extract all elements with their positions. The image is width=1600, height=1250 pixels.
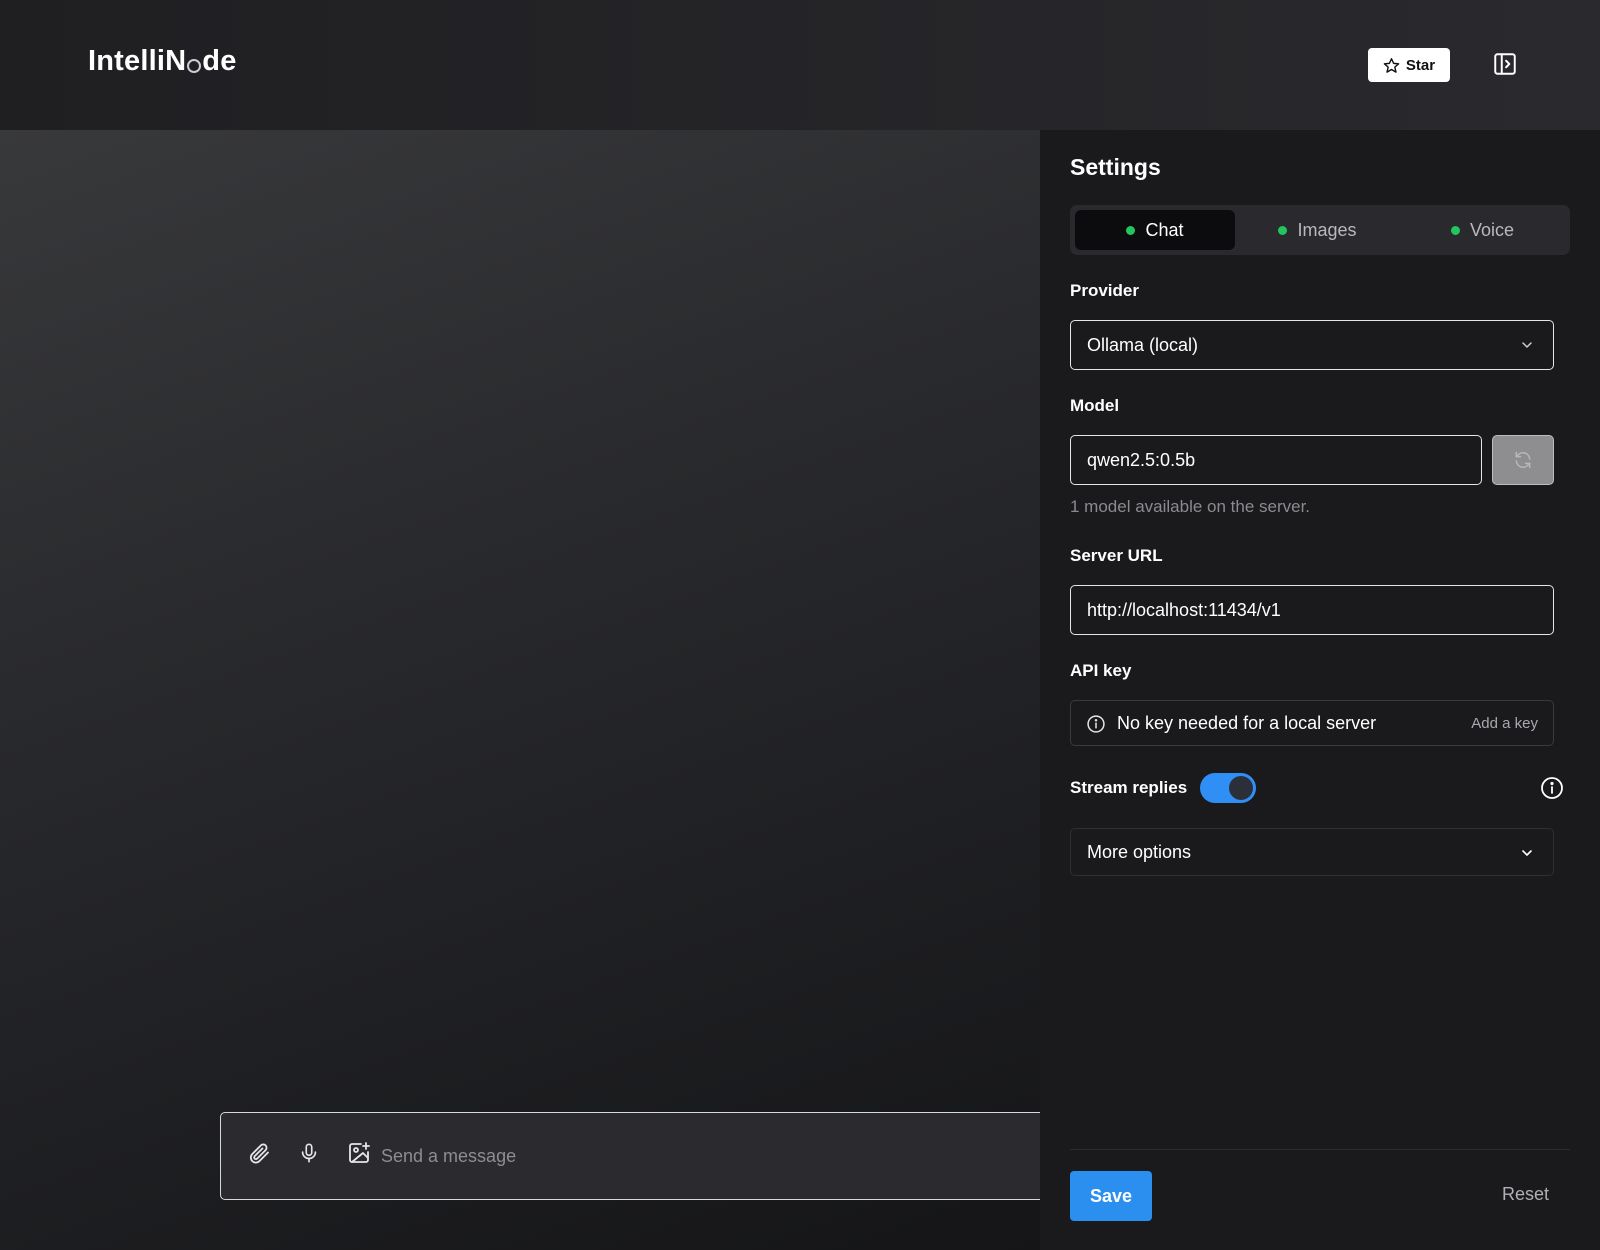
status-dot-icon (1278, 225, 1288, 235)
attach-button[interactable] (245, 1139, 273, 1167)
logo-text-start: IntelliN (88, 45, 187, 77)
more-options-dropdown[interactable]: More options (1070, 828, 1554, 876)
settings-panel: Settings Chat Images Voice Provider Olla… (1040, 130, 1600, 1250)
logo-text-end: de (202, 45, 237, 77)
app-header: IntelliN de Star (0, 0, 1600, 130)
info-icon (1087, 715, 1105, 733)
app-logo[interactable]: IntelliN de (88, 45, 237, 78)
tab-images[interactable]: Images (1235, 210, 1400, 250)
chevron-down-icon (1522, 850, 1532, 856)
model-label: Model (1070, 396, 1120, 415)
star-icon (1383, 57, 1400, 73)
server-url-label: Server URL (1070, 546, 1163, 565)
footer-divider (1070, 1149, 1570, 1150)
stream-replies-toggle[interactable] (1200, 773, 1256, 803)
status-dot-icon (1450, 225, 1460, 235)
api-key-label: API key (1070, 661, 1132, 680)
provider-select[interactable]: Ollama (local) (1070, 320, 1554, 370)
model-input[interactable]: qwen2.5:0.5b (1070, 435, 1482, 485)
tab-voice[interactable]: Voice (1400, 210, 1565, 250)
logo-ring-icon (187, 58, 202, 73)
add-key-link[interactable]: Add a key (1471, 715, 1538, 732)
server-url-input[interactable]: http://localhost:11434/v1 (1070, 585, 1554, 635)
refresh-icon (1515, 451, 1531, 469)
stream-info-icon[interactable] (1540, 776, 1564, 800)
provider-value: Ollama (local) (1087, 334, 1199, 355)
tab-label: Chat (1145, 219, 1184, 240)
stream-replies-label: Stream replies (1070, 778, 1188, 797)
api-key-notice: No key needed for a local server Add a k… (1070, 700, 1554, 746)
microphone-icon (301, 1143, 317, 1163)
settings-title: Settings (1070, 154, 1161, 180)
sidebar-panel-icon (1494, 53, 1516, 75)
refresh-models-button[interactable] (1492, 435, 1554, 485)
toggle-knob (1229, 776, 1253, 800)
tab-label: Images (1297, 219, 1357, 240)
message-composer[interactable]: Send a message (220, 1112, 1050, 1200)
chevron-down-icon (1522, 342, 1532, 348)
tab-label: Voice (1469, 219, 1515, 240)
model-value: qwen2.5:0.5b (1087, 449, 1196, 470)
settings-tabs: Chat Images Voice (1070, 205, 1570, 255)
api-key-message: No key needed for a local server (1117, 713, 1377, 733)
reset-button[interactable]: Reset (1502, 1184, 1549, 1205)
star-label: Star (1405, 56, 1436, 74)
server-url-value: http://localhost:11434/v1 (1087, 599, 1281, 620)
chat-area (0, 130, 1040, 1250)
save-button[interactable]: Save (1070, 1171, 1152, 1221)
status-dot-icon (1126, 225, 1136, 235)
message-input[interactable]: Send a message (381, 1146, 516, 1167)
paperclip-icon (249, 1143, 269, 1164)
provider-label: Provider (1070, 281, 1139, 300)
model-hint: 1 model available on the server. (1070, 497, 1311, 516)
more-options-label: More options (1087, 842, 1192, 862)
panel-toggle-button[interactable] (1491, 50, 1519, 78)
star-button[interactable]: Star (1368, 48, 1450, 82)
image-generate-button[interactable] (345, 1139, 373, 1167)
microphone-button[interactable] (295, 1139, 323, 1167)
tab-chat[interactable]: Chat (1075, 210, 1235, 250)
image-plus-icon (349, 1142, 370, 1163)
